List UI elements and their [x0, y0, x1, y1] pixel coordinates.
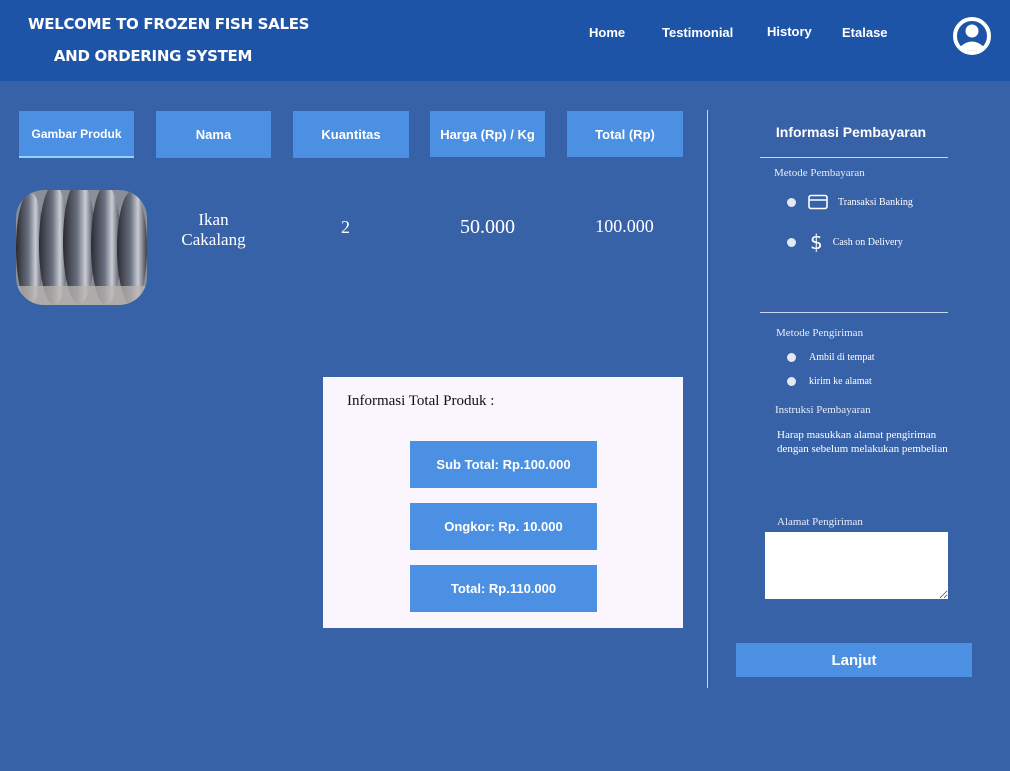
dollar-icon: $: [810, 230, 823, 254]
column-header-total: Total (Rp): [567, 111, 683, 157]
nav-testimonial[interactable]: Testimonial: [662, 25, 733, 40]
payment-option-label: Cash on Delivery: [832, 236, 903, 248]
user-circle-icon[interactable]: [950, 17, 994, 55]
product-name: Ikan Cakalang: [156, 210, 271, 250]
product-total-summary: Informasi Total Produk : Sub Total: Rp.1…: [323, 377, 683, 628]
nav-history[interactable]: History: [767, 24, 812, 39]
shipping-address-input[interactable]: [765, 532, 948, 599]
product-quantity: 2: [341, 217, 350, 237]
column-header-name: Nama: [156, 111, 271, 158]
column-header-price: Harga (Rp) / Kg: [430, 111, 545, 157]
shipping-address-label: Alamat Pengiriman: [777, 516, 863, 528]
product-name-line-1: Ikan: [198, 210, 229, 229]
product-total: 100.000: [595, 216, 654, 236]
fish-image: [16, 190, 147, 305]
radio-button[interactable]: [787, 237, 796, 247]
column-header-quantity: Kuantitas: [293, 111, 409, 158]
radio-button[interactable]: [787, 197, 796, 207]
shipping-method-label: Metode Pengiriman: [776, 327, 864, 339]
shipping-option-label: Ambil di tempat: [809, 352, 875, 363]
product-name-line-2: Cakalang: [181, 230, 246, 249]
shipping-option-pickup[interactable]: Ambil di tempat: [787, 352, 875, 363]
column-header-image: Gambar Produk: [19, 111, 134, 158]
divider: [760, 312, 948, 313]
product-price: 50.000: [460, 216, 515, 238]
payment-option-label: Transaksi Banking: [838, 196, 913, 208]
vertical-divider: [707, 110, 708, 688]
nav-etalase[interactable]: Etalase: [842, 25, 888, 40]
payment-option-cod[interactable]: $ Cash on Delivery: [787, 232, 903, 252]
credit-card-icon: [808, 194, 828, 210]
top-navbar: WELCOME TO FROZEN FISH SALES AND ORDERIN…: [0, 0, 1010, 81]
nav-home[interactable]: Home: [589, 25, 625, 40]
payment-instruction-label: Instruksi Pembayaran: [775, 404, 871, 416]
site-title-line-2: AND ORDERING SYSTEM: [53, 47, 253, 65]
payment-instruction-text: Harap masukkan alamat pengiriman dengan …: [777, 429, 948, 455]
divider: [760, 157, 948, 158]
radio-button[interactable]: [787, 353, 796, 362]
continue-button[interactable]: Lanjut: [736, 643, 972, 677]
grand-total-box: Total: Rp.110.000: [410, 565, 597, 612]
shipping-option-delivery[interactable]: kirim ke alamat: [787, 376, 872, 387]
subtotal-box: Sub Total: Rp.100.000: [410, 441, 597, 488]
radio-button[interactable]: [787, 377, 796, 386]
site-title-line-1: WELCOME TO FROZEN FISH SALES: [28, 15, 310, 33]
summary-title: Informasi Total Produk :: [347, 393, 495, 409]
payment-method-label: Metode Pembayaran: [774, 167, 865, 179]
site-title: WELCOME TO FROZEN FISH SALES AND ORDERIN…: [28, 8, 310, 72]
shipping-option-label: kirim ke alamat: [809, 376, 872, 387]
payment-option-banking[interactable]: Transaksi Banking: [787, 194, 913, 210]
shipping-cost-box: Ongkor: Rp. 10.000: [410, 503, 597, 550]
payment-info-title: Informasi Pembayaran: [775, 124, 927, 140]
